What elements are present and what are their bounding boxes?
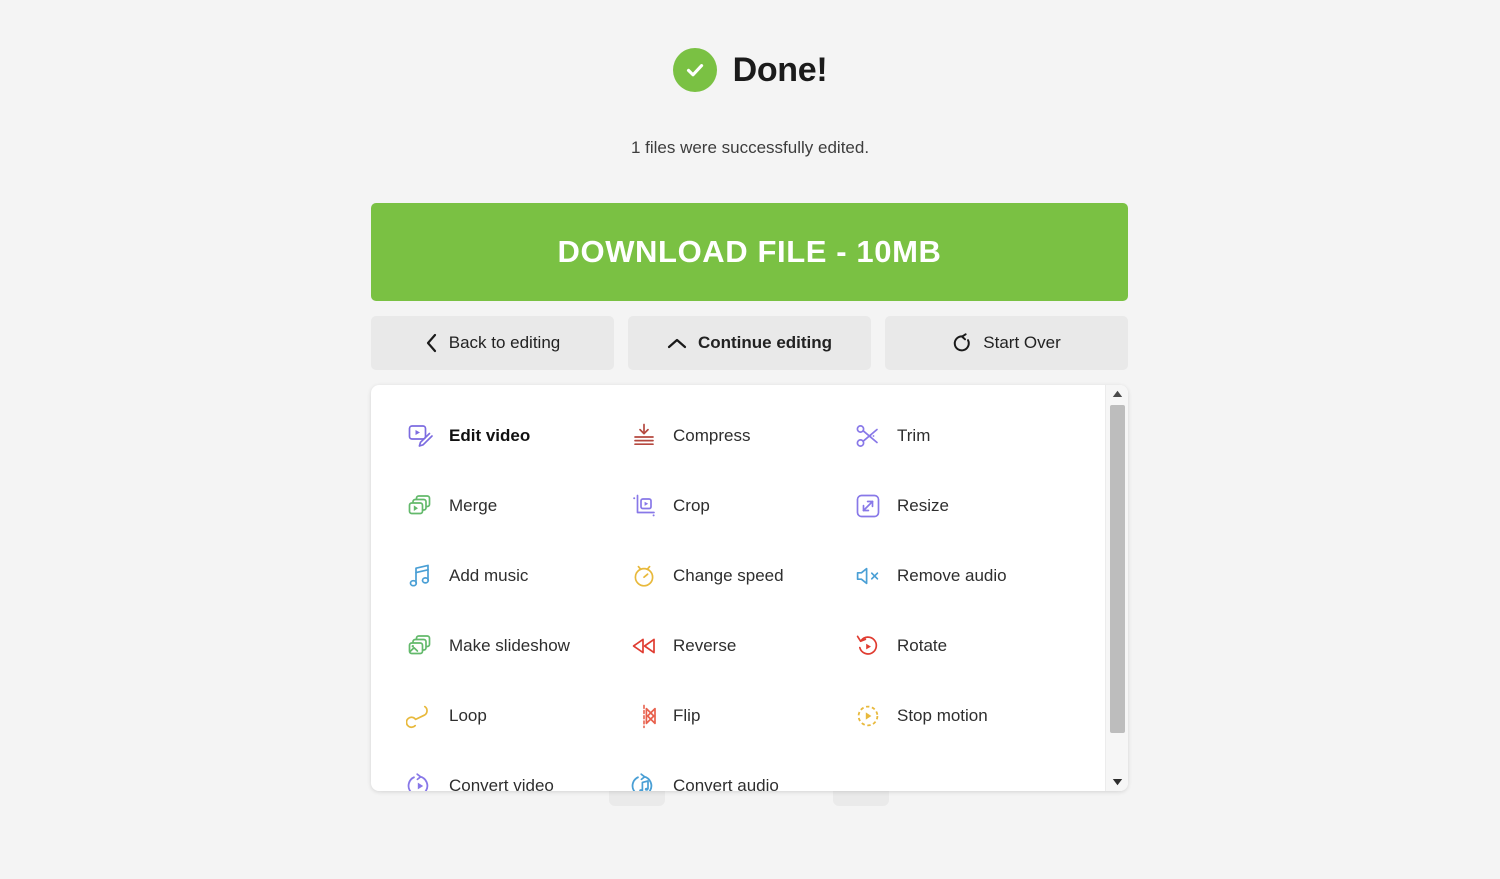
- page-title: Done!: [732, 51, 828, 89]
- speaker-mute-icon: [853, 561, 883, 591]
- tool-item-label: Reverse: [673, 636, 737, 656]
- scrollbar-track[interactable]: [1106, 403, 1129, 773]
- tool-item-label: Loop: [449, 706, 487, 726]
- tool-item-label: Convert video: [449, 776, 554, 791]
- download-file-button[interactable]: DOWNLOAD FILE - 10MB: [371, 203, 1128, 301]
- status-subtitle: 1 files were successfully edited.: [630, 138, 870, 157]
- chevron-left-icon: [425, 333, 438, 353]
- tool-item-label: Flip: [673, 706, 701, 726]
- start-over-button[interactable]: Start Over: [885, 316, 1128, 370]
- convert-video-icon: [405, 771, 435, 791]
- tool-item-make-slideshow[interactable]: Make slideshow: [371, 611, 595, 681]
- tool-item-label: Rotate: [897, 636, 948, 656]
- tool-item-add-music[interactable]: Add music: [371, 541, 595, 611]
- action-button-row: Back to editing Continue editing Start O…: [371, 316, 1128, 370]
- rewind-icon: [629, 631, 659, 661]
- tool-item-label: Add music: [449, 566, 529, 586]
- tool-item-flip[interactable]: Flip: [595, 681, 819, 751]
- tool-item-label: Convert audio: [673, 776, 779, 791]
- tool-item-label: Edit video: [449, 426, 531, 446]
- resize-arrows-icon: [853, 491, 883, 521]
- tool-item-label: Remove audio: [897, 566, 1007, 586]
- back-to-editing-button[interactable]: Back to editing: [371, 316, 614, 370]
- stopwatch-icon: [629, 561, 659, 591]
- loop-infinity-icon: [405, 701, 435, 731]
- tool-item-merge[interactable]: Merge: [371, 471, 595, 541]
- start-over-label: Start Over: [983, 333, 1061, 352]
- tools-scroll-viewport: Edit video Compress Trim Merge Crop Resize Add…: [371, 385, 1105, 791]
- tool-item-label: Make slideshow: [449, 636, 570, 656]
- tool-item-compress[interactable]: Compress: [595, 401, 819, 471]
- tool-item-stop-motion[interactable]: Stop motion: [819, 681, 1043, 751]
- tool-item-trim[interactable]: Trim: [819, 401, 1043, 471]
- continue-editing-label: Continue editing: [697, 333, 833, 352]
- tool-item-label: Compress: [673, 426, 751, 446]
- tool-item-convert-video[interactable]: Convert video: [371, 751, 595, 791]
- tool-item-reverse[interactable]: Reverse: [595, 611, 819, 681]
- tool-item-label: Resize: [897, 496, 949, 516]
- tool-item-remove-audio[interactable]: Remove audio: [819, 541, 1043, 611]
- tool-item-label: Trim: [897, 426, 931, 446]
- refresh-icon: [952, 332, 972, 354]
- scrollbar-thumb[interactable]: [1109, 405, 1125, 733]
- tools-dropdown-panel: Edit video Compress Trim Merge Crop Resize Add…: [371, 385, 1128, 791]
- slideshow-icon: [405, 631, 435, 661]
- rotate-icon: [853, 631, 883, 661]
- flip-icon: [629, 701, 659, 731]
- status-header: Done!: [0, 48, 1500, 92]
- scroll-up-arrow-icon[interactable]: [1106, 385, 1129, 403]
- tool-item-rotate[interactable]: Rotate: [819, 611, 1043, 681]
- scissors-icon: [853, 421, 883, 451]
- music-note-icon: [405, 561, 435, 591]
- check-circle-icon: [672, 48, 717, 92]
- scroll-down-arrow-icon[interactable]: [1106, 773, 1129, 791]
- tool-item-crop[interactable]: Crop: [595, 471, 819, 541]
- tool-item-label: Merge: [449, 496, 498, 516]
- tools-scrollbar[interactable]: [1105, 385, 1128, 791]
- convert-audio-icon: [629, 771, 659, 791]
- tool-item-resize[interactable]: Resize: [819, 471, 1043, 541]
- tool-item-label: Change speed: [673, 566, 784, 586]
- tool-item-change-speed[interactable]: Change speed: [595, 541, 819, 611]
- chevron-up-icon: [667, 337, 687, 350]
- tool-item-convert-audio[interactable]: Convert audio: [595, 751, 819, 791]
- tool-item-label: Stop motion: [897, 706, 988, 726]
- tool-item-loop[interactable]: Loop: [371, 681, 595, 751]
- continue-editing-button[interactable]: Continue editing: [628, 316, 871, 370]
- back-to-editing-label: Back to editing: [448, 333, 561, 352]
- stop-motion-icon: [853, 701, 883, 731]
- tool-item-label: Crop: [673, 496, 710, 516]
- merge-layers-icon: [405, 491, 435, 521]
- video-edit-icon: [405, 421, 435, 451]
- tool-item-edit-video[interactable]: Edit video: [371, 401, 595, 471]
- tools-grid: Edit video Compress Trim Merge Crop Resize Add…: [371, 385, 1105, 791]
- compress-icon: [629, 421, 659, 451]
- crop-icon: [629, 491, 659, 521]
